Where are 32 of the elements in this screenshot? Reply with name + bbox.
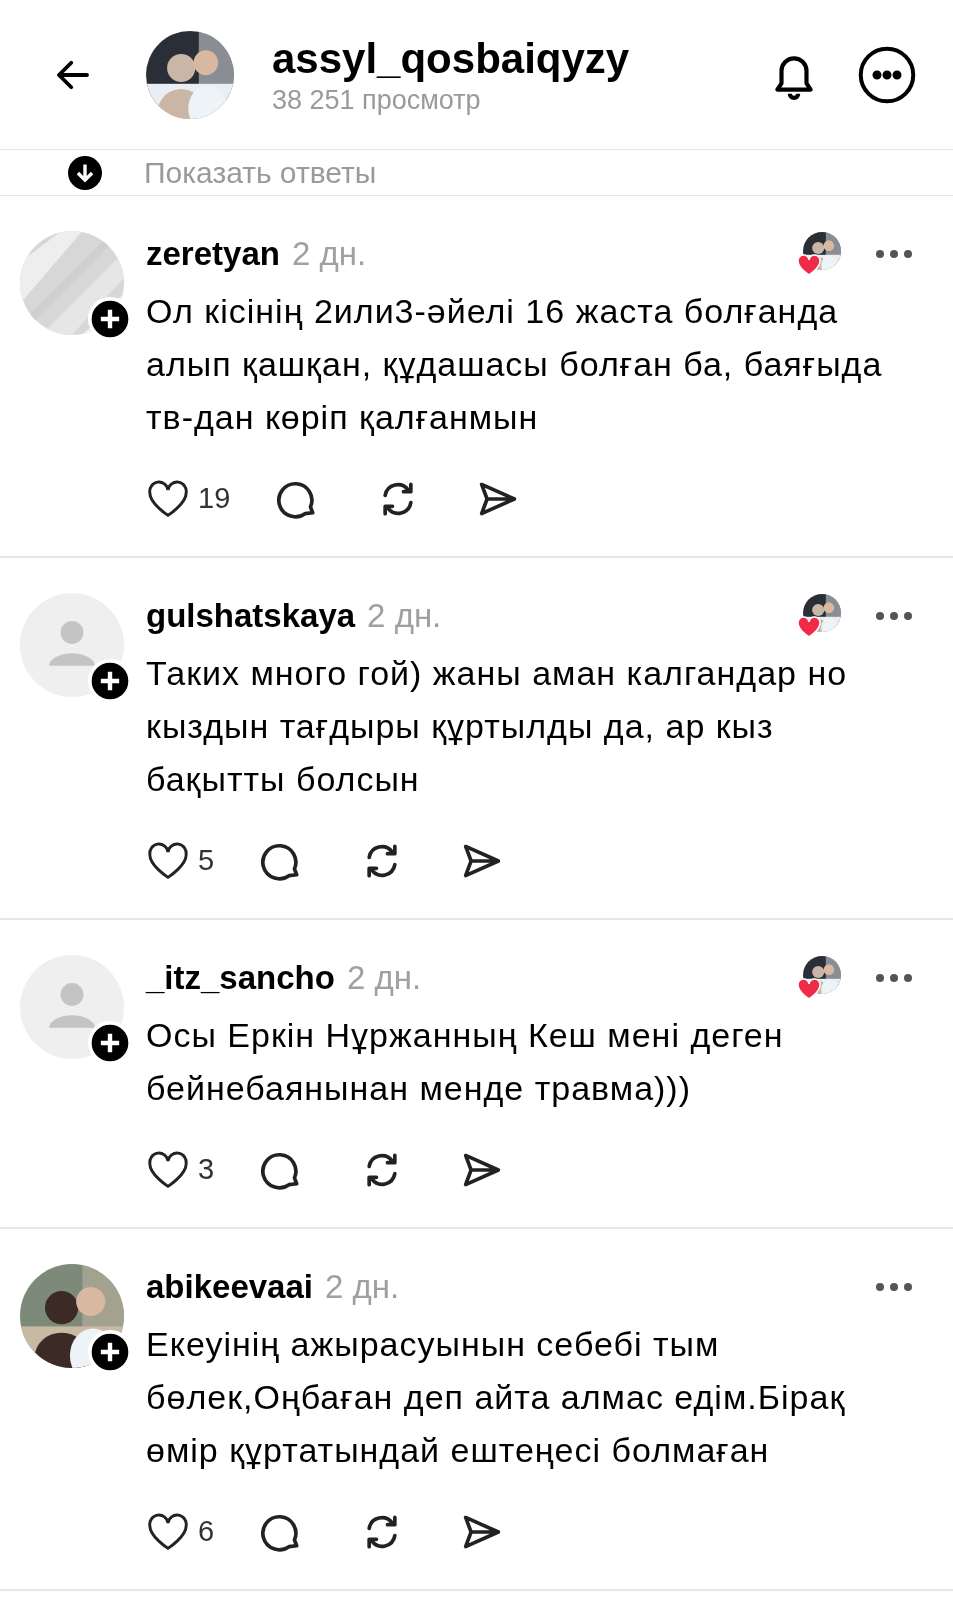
like-count: 5: [198, 843, 215, 879]
more-icon[interactable]: [875, 973, 913, 983]
comment-time: 2 дн.: [346, 958, 422, 999]
comment-text: Таких много гой) жаны аман калгандар но кыздын тағдыры құртылды да, ар кыз бақытты болсын: [146, 653, 849, 800]
more-icon[interactable]: [875, 1282, 913, 1292]
heart-icon[interactable]: [146, 1150, 190, 1190]
more-icon[interactable]: [875, 611, 913, 621]
comment-username[interactable]: abikeevaai: [146, 1262, 313, 1312]
comment-time: 2 дн.: [367, 596, 442, 637]
comment-username[interactable]: zeretyan: [146, 229, 280, 279]
comment-text: Екеуінің ажырасуынын себебі тым бөлек,Оңбаған деп айта алмас едім.Бірақ өмір құртатындай ештеңесі болмаған: [146, 1324, 847, 1471]
view-count: 38 251 просмотр: [272, 83, 482, 116]
like-count: 19: [198, 481, 231, 517]
comment-time: 2 дн.: [291, 234, 367, 275]
follow-icon[interactable]: [88, 1021, 132, 1065]
heart-icon[interactable]: [146, 841, 190, 881]
like-count: 6: [198, 1514, 215, 1550]
like-count: 3: [198, 1152, 215, 1188]
comment-username[interactable]: gulshatskaya: [146, 591, 356, 641]
comment-time: 2 дн.: [324, 1267, 400, 1308]
comment-username[interactable]: _itz_sancho: [146, 953, 335, 1003]
more-icon[interactable]: [857, 44, 917, 105]
expand-icon[interactable]: [68, 155, 102, 190]
profile-username[interactable]: assyl_qosbaiqyzy: [272, 33, 769, 84]
comment-text: Осы Еркін Нұржанның Кеш мені деген бейнебаянынан менде травма))): [146, 1015, 785, 1109]
more-icon[interactable]: [875, 249, 913, 259]
follow-icon[interactable]: [88, 297, 132, 341]
heart-icon[interactable]: [146, 479, 190, 519]
follow-icon[interactable]: [88, 1330, 132, 1374]
follow-icon[interactable]: [88, 659, 132, 703]
heart-icon[interactable]: [146, 1512, 190, 1552]
comment-text: Ол кісінің 2или3-әйелі 16 жаста болғанда алып қашқан, құдашасы болған ба, баяғыда тв-дан көріп қалғанмын: [146, 291, 884, 438]
